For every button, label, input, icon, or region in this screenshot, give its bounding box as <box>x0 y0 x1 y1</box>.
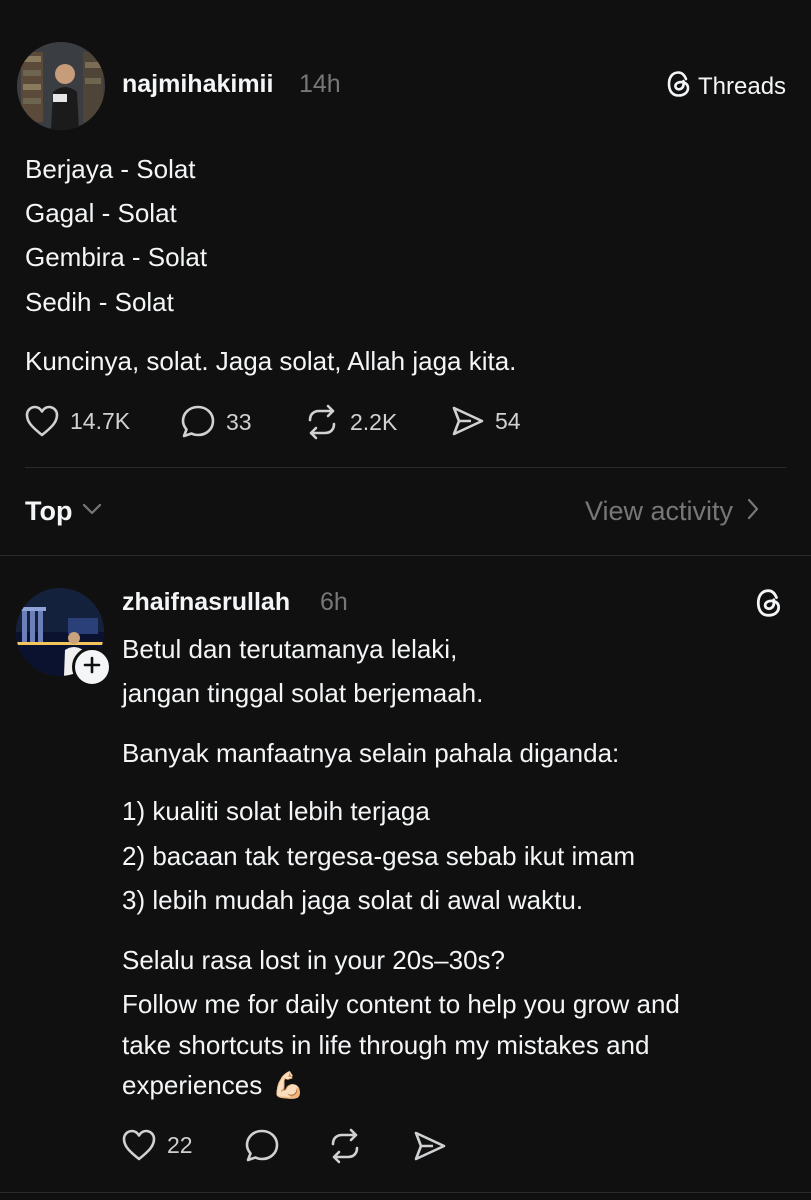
post-closing: Kuncinya, solat. Jaga solat, Allah jaga … <box>25 346 517 376</box>
divider <box>0 555 811 556</box>
like-count: 14.7K <box>70 407 131 434</box>
repost-button[interactable]: 2.2K <box>304 404 397 440</box>
repost-count: 2.2K <box>350 408 398 435</box>
threads-label: Threads <box>698 72 787 100</box>
threads-link[interactable]: Threads <box>666 70 786 103</box>
reply-like-button[interactable]: 22 <box>121 1128 193 1162</box>
divider <box>25 467 786 468</box>
reply-line: take shortcuts in life through my mistak… <box>122 1030 650 1060</box>
avatar[interactable] <box>17 42 105 130</box>
chevron-right-icon <box>747 498 759 525</box>
post-line: Gembira - Solat <box>25 242 208 272</box>
reply-button[interactable]: 33 <box>180 404 252 440</box>
like-button[interactable]: 14.7K <box>24 404 130 438</box>
sort-label: Top <box>25 496 73 526</box>
heart-icon <box>121 1128 157 1162</box>
divider <box>0 1192 811 1193</box>
repost-icon <box>327 1128 363 1168</box>
share-button[interactable]: 54 <box>451 404 521 438</box>
reply-comment-button[interactable] <box>244 1128 280 1169</box>
share-count: 54 <box>495 407 521 434</box>
chevron-down-icon <box>82 502 102 521</box>
reply-list-item: 2) bacaan tak tergesa-gesa sebab ikut im… <box>122 841 636 871</box>
share-icon <box>451 404 485 438</box>
reply-timestamp: 6h <box>320 588 348 616</box>
post-line: Sedih - Solat <box>25 287 174 317</box>
reply-repost-button[interactable] <box>327 1128 363 1169</box>
share-icon <box>413 1131 447 1167</box>
reply-line: Betul dan terutamanya lelaki, <box>122 634 458 664</box>
post-line: Berjaya - Solat <box>25 154 196 184</box>
threads-logo-icon[interactable] <box>755 588 783 623</box>
reply-like-count: 22 <box>167 1131 193 1158</box>
follow-plus-button[interactable] <box>72 647 112 687</box>
reply-list-item: 3) lebih mudah jaga solat di awal waktu. <box>122 885 584 915</box>
view-activity-link[interactable]: View activity <box>585 496 759 527</box>
post-line: Gagal - Solat <box>25 198 177 228</box>
repost-icon <box>304 404 340 440</box>
reply-line: experiences 💪🏻 <box>122 1072 305 1098</box>
reply-list-item: 1) kualiti solat lebih terjaga <box>122 796 430 826</box>
reply-count: 33 <box>226 408 252 435</box>
threads-logo-icon <box>666 70 692 103</box>
sort-dropdown[interactable]: Top <box>25 496 102 527</box>
view-activity-label: View activity <box>585 496 734 526</box>
comment-icon <box>244 1129 280 1168</box>
reply-line: jangan tinggal solat berjemaah. <box>122 678 484 708</box>
follow-plus-icon <box>83 656 101 679</box>
post-timestamp: 14h <box>299 70 341 98</box>
heart-icon <box>24 404 60 438</box>
reply-username[interactable]: zhaifnasrullah <box>122 588 290 617</box>
reply-share-button[interactable] <box>413 1129 447 1168</box>
flexed-biceps-emoji: 💪🏻 <box>272 1070 305 1100</box>
reply-line: Selalu rasa lost in your 20s–30s? <box>122 945 506 975</box>
comment-icon <box>180 404 216 440</box>
reply-line-text: experiences <box>122 1070 263 1100</box>
reply-line: Follow me for daily content to help you … <box>122 989 680 1019</box>
post-username[interactable]: najmihakimii <box>122 70 273 99</box>
reply-line: Banyak manfaatnya selain pahala diganda: <box>122 738 620 768</box>
